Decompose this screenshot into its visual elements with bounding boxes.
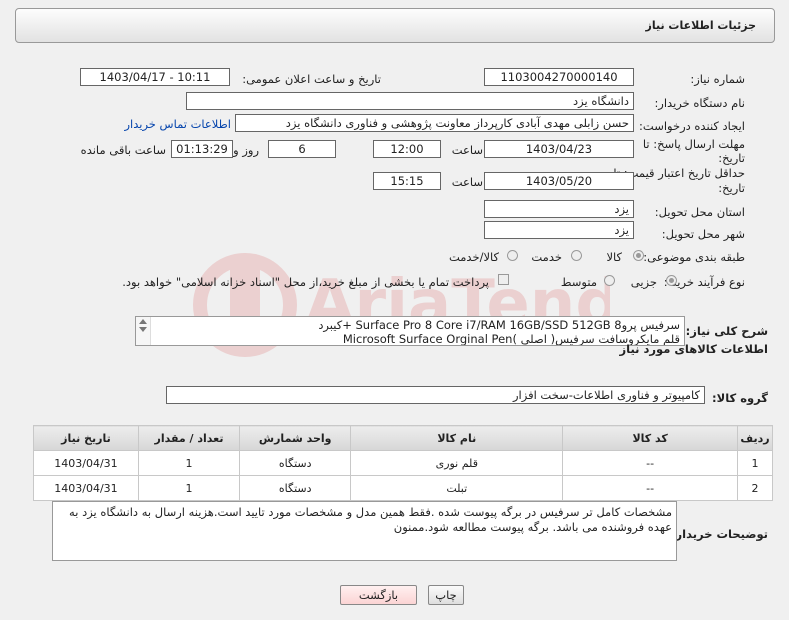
remaining-time-field: 01:13:29 (171, 140, 233, 158)
page-header: جزئیات اطلاعات نیاز (15, 8, 775, 43)
validity-label-date: تاریخ: (718, 181, 745, 195)
scroll-down-icon[interactable] (139, 327, 147, 332)
goods-group-label: گروه کالا: (712, 391, 768, 405)
process-option-minor: جزیی (630, 275, 657, 289)
category-radio-goods-service[interactable] (507, 250, 518, 261)
description-line-1: سرفیس پرو8 Surface Pro 8 Core i7/RAM 16G… (318, 318, 680, 332)
table-row: 1403/04/31 1 دستگاه قلم نوری -- 1 (33, 450, 773, 476)
days-field: 6 (268, 140, 336, 158)
deadline-label: مهلت ارسال پاسخ: تا (642, 137, 745, 151)
cell-row: 1 (737, 450, 773, 476)
col-unit: واحد شمارش (239, 425, 352, 451)
buyer-notes-label: توضیحات خریدار: (670, 527, 768, 541)
validity-time-label: ساعت (451, 175, 483, 189)
deadline-time-field: 12:00 (373, 140, 441, 158)
cell-quantity: 1 (137, 475, 241, 501)
scroll-up-icon[interactable] (139, 319, 147, 324)
process-option-medium: متوسط (560, 275, 597, 289)
deadline-label-date: تاریخ: (718, 151, 745, 165)
need-number-field: 1103004270000140 (484, 68, 634, 86)
cell-item-name: تبلت (350, 475, 564, 501)
category-label: طبقه بندی موضوعی: (643, 250, 745, 264)
col-quantity: تعداد / مقدار (137, 425, 241, 451)
process-radio-medium[interactable] (604, 275, 615, 286)
cell-item-code: -- (562, 475, 739, 501)
description-label: شرح کلی نیاز: (685, 324, 768, 338)
creator-label: ایجاد کننده درخواست: (639, 119, 745, 133)
category-radio-service[interactable] (571, 250, 582, 261)
col-item-name: نام کالا (350, 425, 564, 451)
cell-unit: دستگاه (239, 475, 352, 501)
process-radio-minor[interactable] (666, 275, 677, 286)
category-option-service: خدمت (531, 250, 562, 264)
table-header-row: تاریخ نیاز تعداد / مقدار واحد شمارش نام … (33, 425, 773, 451)
city-field: یزد (484, 221, 634, 239)
col-row: ردیف (737, 425, 773, 451)
back-button[interactable]: بازگشت (340, 585, 417, 605)
buyer-notes-box[interactable]: مشخصات کامل تر سرفیس در برگه پیوست شده .… (52, 501, 677, 561)
col-need-date: تاریخ نیاز (33, 425, 139, 451)
description-box[interactable]: سرفیس پرو8 Surface Pro 8 Core i7/RAM 16G… (135, 316, 685, 346)
category-radio-goods[interactable] (633, 250, 644, 261)
validity-time-field: 15:15 (373, 172, 441, 190)
table-row: 1403/04/31 1 دستگاه تبلت -- 2 (33, 475, 773, 501)
category-option-goods-service: کالا/خدمت (448, 250, 499, 264)
treasury-checkbox[interactable] (498, 274, 509, 285)
need-number-label: شماره نیاز: (690, 72, 745, 86)
province-field: یزد (484, 200, 634, 218)
buyer-contact-link[interactable]: اطلاعات تماس خریدار (124, 117, 231, 131)
validity-date-field: 1403/05/20 (484, 172, 634, 190)
goods-section-title: اطلاعات کالاهای مورد نیاز (619, 342, 768, 356)
buyer-org-label: نام دستگاه خریدار: (654, 96, 745, 110)
deadline-time-label: ساعت (451, 143, 483, 157)
cell-unit: دستگاه (239, 450, 352, 476)
col-item-code: کد کالا (562, 425, 739, 451)
remaining-label: ساعت باقی مانده (80, 143, 166, 157)
page-title: جزئیات اطلاعات نیاز (645, 19, 757, 32)
items-table: تاریخ نیاز تعداد / مقدار واحد شمارش نام … (33, 425, 773, 501)
cell-need-date: 1403/04/31 (33, 475, 139, 501)
treasury-note: پرداخت تمام یا بخشی از مبلغ خرید،از محل … (122, 275, 489, 289)
days-label: روز و (233, 143, 259, 157)
cell-quantity: 1 (137, 450, 241, 476)
announce-field: 1403/04/17 - 10:11 (80, 68, 230, 86)
creator-field: حسن زابلی مهدی آبادی کارپرداز معاونت پژو… (235, 114, 634, 132)
announce-label: تاریخ و ساعت اعلان عمومی: (242, 72, 381, 86)
deadline-date-field: 1403/04/23 (484, 140, 634, 158)
cell-item-code: -- (562, 450, 739, 476)
category-option-goods: کالا (606, 250, 622, 264)
city-label: شهر محل تحویل: (661, 227, 745, 241)
cell-row: 2 (737, 475, 773, 501)
description-scrollbar[interactable] (136, 317, 151, 345)
cell-need-date: 1403/04/31 (33, 450, 139, 476)
province-label: استان محل تحویل: (654, 205, 745, 219)
buyer-org-field: دانشگاه یزد (186, 92, 634, 110)
cell-item-name: قلم نوری (350, 450, 564, 476)
print-button[interactable]: چاپ (428, 585, 464, 605)
goods-group-field: کامپیوتر و فناوری اطلاعات-سخت افزار (166, 386, 705, 404)
